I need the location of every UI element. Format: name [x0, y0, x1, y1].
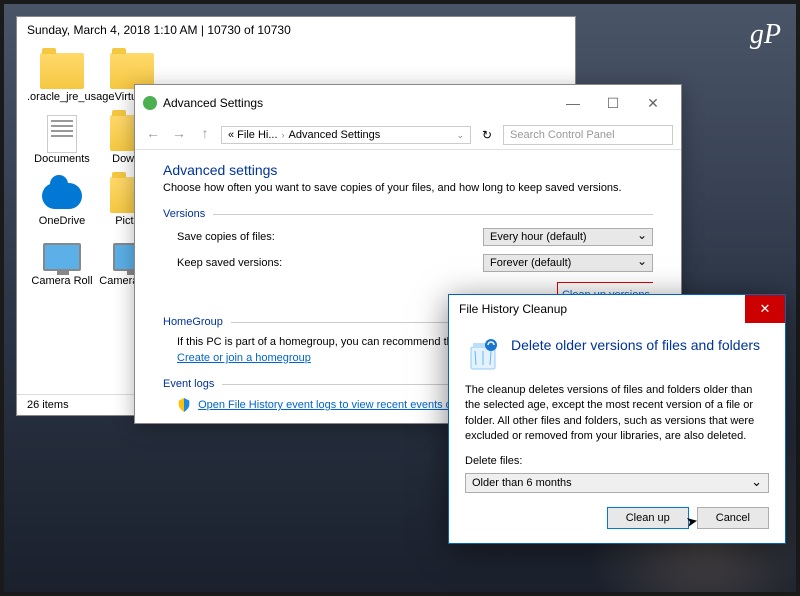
folder-icon: [40, 53, 84, 89]
dialog-close-button[interactable]: ✕: [745, 295, 785, 323]
dialog-title-text: File History Cleanup: [459, 302, 567, 316]
cleanup-dialog: File History Cleanup ✕ Delete older vers…: [448, 294, 786, 544]
onedrive-icon: [42, 183, 82, 209]
delete-files-label: Delete files:: [465, 455, 769, 467]
up-button[interactable]: ↑: [195, 125, 215, 145]
dropdown-icon[interactable]: ⌄: [456, 130, 464, 141]
dialog-heading: Delete older versions of files and folde…: [511, 337, 760, 373]
address-bar[interactable]: « File Hi... › Advanced Settings ⌄: [221, 126, 471, 144]
folder-item[interactable]: Camera Roll: [27, 239, 97, 287]
explorer-header: Sunday, March 4, 2018 1:10 AM | 10730 of…: [17, 17, 575, 43]
save-copies-label: Save copies of files:: [177, 231, 483, 243]
close-button[interactable]: ✕: [633, 91, 673, 115]
dialog-body-text: The cleanup deletes versions of files an…: [465, 383, 769, 445]
keep-versions-dropdown[interactable]: Forever (default): [483, 254, 653, 272]
back-button[interactable]: ←: [143, 125, 163, 145]
dialog-titlebar: File History Cleanup ✕: [449, 295, 785, 323]
document-icon: [47, 115, 77, 153]
refresh-button[interactable]: ↻: [477, 128, 497, 142]
folder-label: Camera Roll: [31, 275, 92, 287]
window-title: Advanced Settings: [163, 96, 263, 110]
delete-files-dropdown[interactable]: Older than 6 months: [465, 473, 769, 493]
chevron-icon: ›: [282, 130, 285, 140]
titlebar: Advanced Settings — ☐ ✕: [135, 85, 681, 121]
save-copies-dropdown[interactable]: Every hour (default): [483, 228, 653, 246]
shield-icon: [177, 398, 191, 412]
eventlogs-link[interactable]: Open File History event logs to view rec…: [198, 399, 487, 411]
folder-item[interactable]: OneDrive: [27, 177, 97, 227]
breadcrumb-item[interactable]: Advanced Settings: [289, 129, 381, 141]
navbar: ← → ↑ « File Hi... › Advanced Settings ⌄…: [135, 121, 681, 150]
folder-item[interactable]: Documents: [27, 115, 97, 165]
section-versions: Versions: [163, 208, 653, 220]
computer-icon: [43, 243, 81, 271]
app-icon: [143, 96, 157, 110]
page-description: Choose how often you want to save copies…: [163, 182, 653, 194]
breadcrumb-item[interactable]: « File Hi...: [228, 129, 278, 141]
page-heading: Advanced settings: [163, 162, 653, 178]
cancel-button[interactable]: Cancel: [697, 507, 769, 529]
forward-button[interactable]: →: [169, 125, 189, 145]
folder-label: OneDrive: [39, 215, 85, 227]
recycle-bin-icon: [465, 337, 501, 373]
homegroup-link[interactable]: Create or join a homegroup: [177, 352, 311, 364]
cleanup-button[interactable]: Clean up: [607, 507, 689, 529]
maximize-button[interactable]: ☐: [593, 91, 633, 115]
folder-label: Documents: [34, 153, 90, 165]
folder-item[interactable]: .oracle_jre_usage: [27, 53, 97, 103]
minimize-button[interactable]: —: [553, 91, 593, 115]
keep-versions-label: Keep saved versions:: [177, 257, 483, 269]
search-input[interactable]: Search Control Panel: [503, 125, 673, 145]
watermark-logo: gP: [750, 19, 781, 51]
